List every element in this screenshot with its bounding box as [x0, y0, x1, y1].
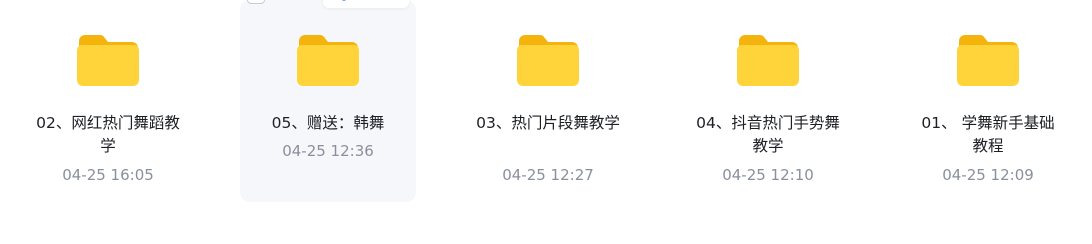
folder-icon [956, 31, 1020, 87]
folder-date: 04-25 12:36 [282, 142, 374, 160]
file-grid: 02、网红热门舞蹈教学 04-25 16:05 05、赠送：韩舞 04-25 1… [0, 0, 1092, 244]
folder-name: 01、 学舞新手基础教程 [921, 114, 1055, 155]
folder-name: 05、赠送：韩舞 [271, 114, 385, 132]
folder-name: 04、抖音热门手势舞教学 [696, 114, 840, 155]
folder-icon [76, 31, 140, 87]
select-checkbox[interactable] [247, 0, 265, 4]
folder-date: 04-25 12:27 [502, 166, 594, 184]
folder-icon [736, 31, 800, 87]
folder-name: 02、网红热门舞蹈教学 [36, 114, 180, 155]
folder-item[interactable]: 03、热门片段舞教学 04-25 12:27 [460, 0, 636, 202]
link-icon[interactable] [337, 0, 351, 1]
folder-item[interactable]: 04、抖音热门手势舞教学 04-25 12:10 [680, 0, 856, 202]
hover-action-bar [323, 0, 409, 8]
folder-name: 03、热门片段舞教学 [476, 114, 620, 132]
folder-date: 04-25 12:10 [722, 166, 814, 184]
folder-date: 04-25 16:05 [62, 166, 154, 184]
download-icon[interactable] [359, 0, 373, 1]
folder-item[interactable]: 05、赠送：韩舞 04-25 12:36 [240, 0, 416, 202]
folder-icon [296, 31, 360, 87]
folder-date: 04-25 12:09 [942, 166, 1034, 184]
folder-icon [516, 31, 580, 87]
folder-item[interactable]: 02、网红热门舞蹈教学 04-25 16:05 [20, 0, 196, 202]
folder-item[interactable]: 01、 学舞新手基础教程 04-25 12:09 [900, 0, 1076, 202]
